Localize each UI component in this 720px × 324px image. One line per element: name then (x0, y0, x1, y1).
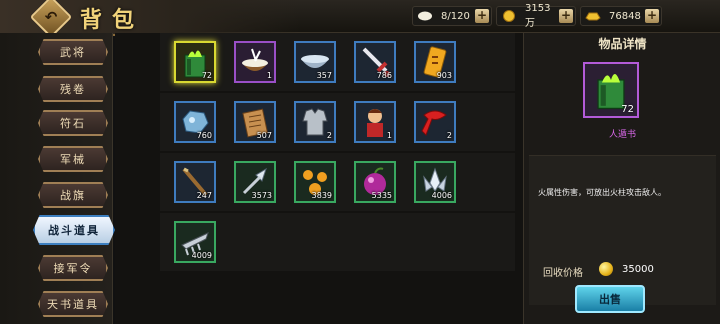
inventory-slot[interactable]: 903 (414, 41, 456, 83)
bag-capacity-value: 8/120 (441, 10, 470, 22)
item-quantity: 2 (326, 131, 332, 140)
description-box (529, 155, 716, 305)
inventory-slot[interactable]: 4009 (174, 221, 216, 263)
item-quantity: 3839 (311, 191, 332, 200)
recycle-price-value: 35000 (622, 264, 654, 275)
inventory-slot[interactable]: 3573 (234, 161, 276, 203)
sidebar-item-runestones[interactable]: 符石 (38, 110, 108, 136)
bag-capacity-icon (418, 11, 432, 21)
inventory-slot[interactable]: 2 (294, 101, 336, 143)
gold-coin-display: 3153万 + (496, 3, 576, 29)
bag-capacity-display: 8/120 + (412, 6, 492, 26)
back-arrow-icon: ↶ (44, 8, 58, 26)
gold-ingot-icon (585, 12, 601, 21)
item-detail-panel: 物品详情 72 人遁书 火属性伤害，可放出火柱攻击敌人。 回收价格 35000 … (523, 33, 720, 324)
inventory-slot[interactable]: 4006 (414, 161, 456, 203)
inventory-slot[interactable]: 507 (234, 101, 276, 143)
item-quantity: 786 (376, 71, 392, 80)
page-title: 背包 (80, 7, 145, 33)
category-sidebar: 武将 残卷 符石 军械 战旗 战斗道具 接军令 天书道具 (0, 33, 115, 324)
item-quantity: 247 (196, 191, 212, 200)
sidebar-item-generals[interactable]: 武将 (38, 39, 108, 65)
item-description: 火属性伤害，可放出火柱攻击敌人。 (538, 188, 666, 197)
item-quantity: 903 (436, 71, 452, 80)
item-quantity: 1 (386, 131, 392, 140)
gold-coin-value: 3153万 (525, 3, 551, 29)
item-quantity: 760 (196, 131, 212, 140)
sidebar-item-military-orders[interactable]: 接军令 (38, 255, 108, 281)
inventory-slot[interactable]: 786 (354, 41, 396, 83)
inventory-slot[interactable]: 1 (354, 101, 396, 143)
inventory-grid: 72 1 357 786 903 760 507 2 1 2 247 3573 … (115, 33, 523, 324)
inventory-slot[interactable]: 3839 (294, 161, 336, 203)
gold-ingot-display: 76848 + (580, 6, 662, 26)
item-quantity: 507 (256, 131, 272, 140)
selected-item-name: 人遁书 (608, 130, 636, 140)
item-quantity: 72 (201, 71, 212, 80)
gold-coin-icon (599, 262, 613, 276)
sidebar-item-fragments[interactable]: 残卷 (38, 76, 108, 102)
recycle-price-label: 回收价格 (543, 268, 583, 279)
item-quantity: 4009 (191, 251, 212, 260)
item-quantity: 3573 (251, 191, 272, 200)
sidebar-item-battle-items[interactable]: 战斗道具 (33, 215, 115, 245)
gold-ingot-value: 76848 (609, 10, 641, 22)
item-quantity: 2 (446, 131, 452, 140)
selected-item-quantity: 72 (621, 104, 634, 115)
title-plate: ↶ 背包 (0, 0, 300, 39)
item-quantity: 5335 (371, 191, 392, 200)
detail-title: 物品详情 (598, 37, 647, 51)
inventory-slot[interactable]: 72 (174, 41, 216, 83)
inventory-slot[interactable]: 5335 (354, 161, 396, 203)
item-quantity: 1 (266, 71, 272, 80)
sidebar-item-heavenly-book-items[interactable]: 天书道具 (38, 291, 108, 317)
gold-coin-add-button[interactable]: + (559, 9, 573, 23)
sidebar-item-weapons[interactable]: 军械 (38, 146, 108, 172)
gold-coin-icon (503, 10, 515, 22)
inventory-slot[interactable]: 2 (414, 101, 456, 143)
sidebar-item-war-flags[interactable]: 战旗 (38, 182, 108, 208)
sell-button[interactable]: 出售 (575, 285, 645, 313)
gold-ingot-add-button[interactable]: + (645, 9, 659, 23)
item-quantity: 4006 (431, 191, 452, 200)
inventory-slot[interactable]: 1 (234, 41, 276, 83)
inventory-slot[interactable]: 247 (174, 161, 216, 203)
selected-item-slot: 72 (583, 62, 639, 118)
inventory-slot[interactable]: 357 (294, 41, 336, 83)
bag-capacity-add-button[interactable]: + (475, 9, 489, 23)
inventory-slot[interactable]: 760 (174, 101, 216, 143)
item-quantity: 357 (316, 71, 332, 80)
